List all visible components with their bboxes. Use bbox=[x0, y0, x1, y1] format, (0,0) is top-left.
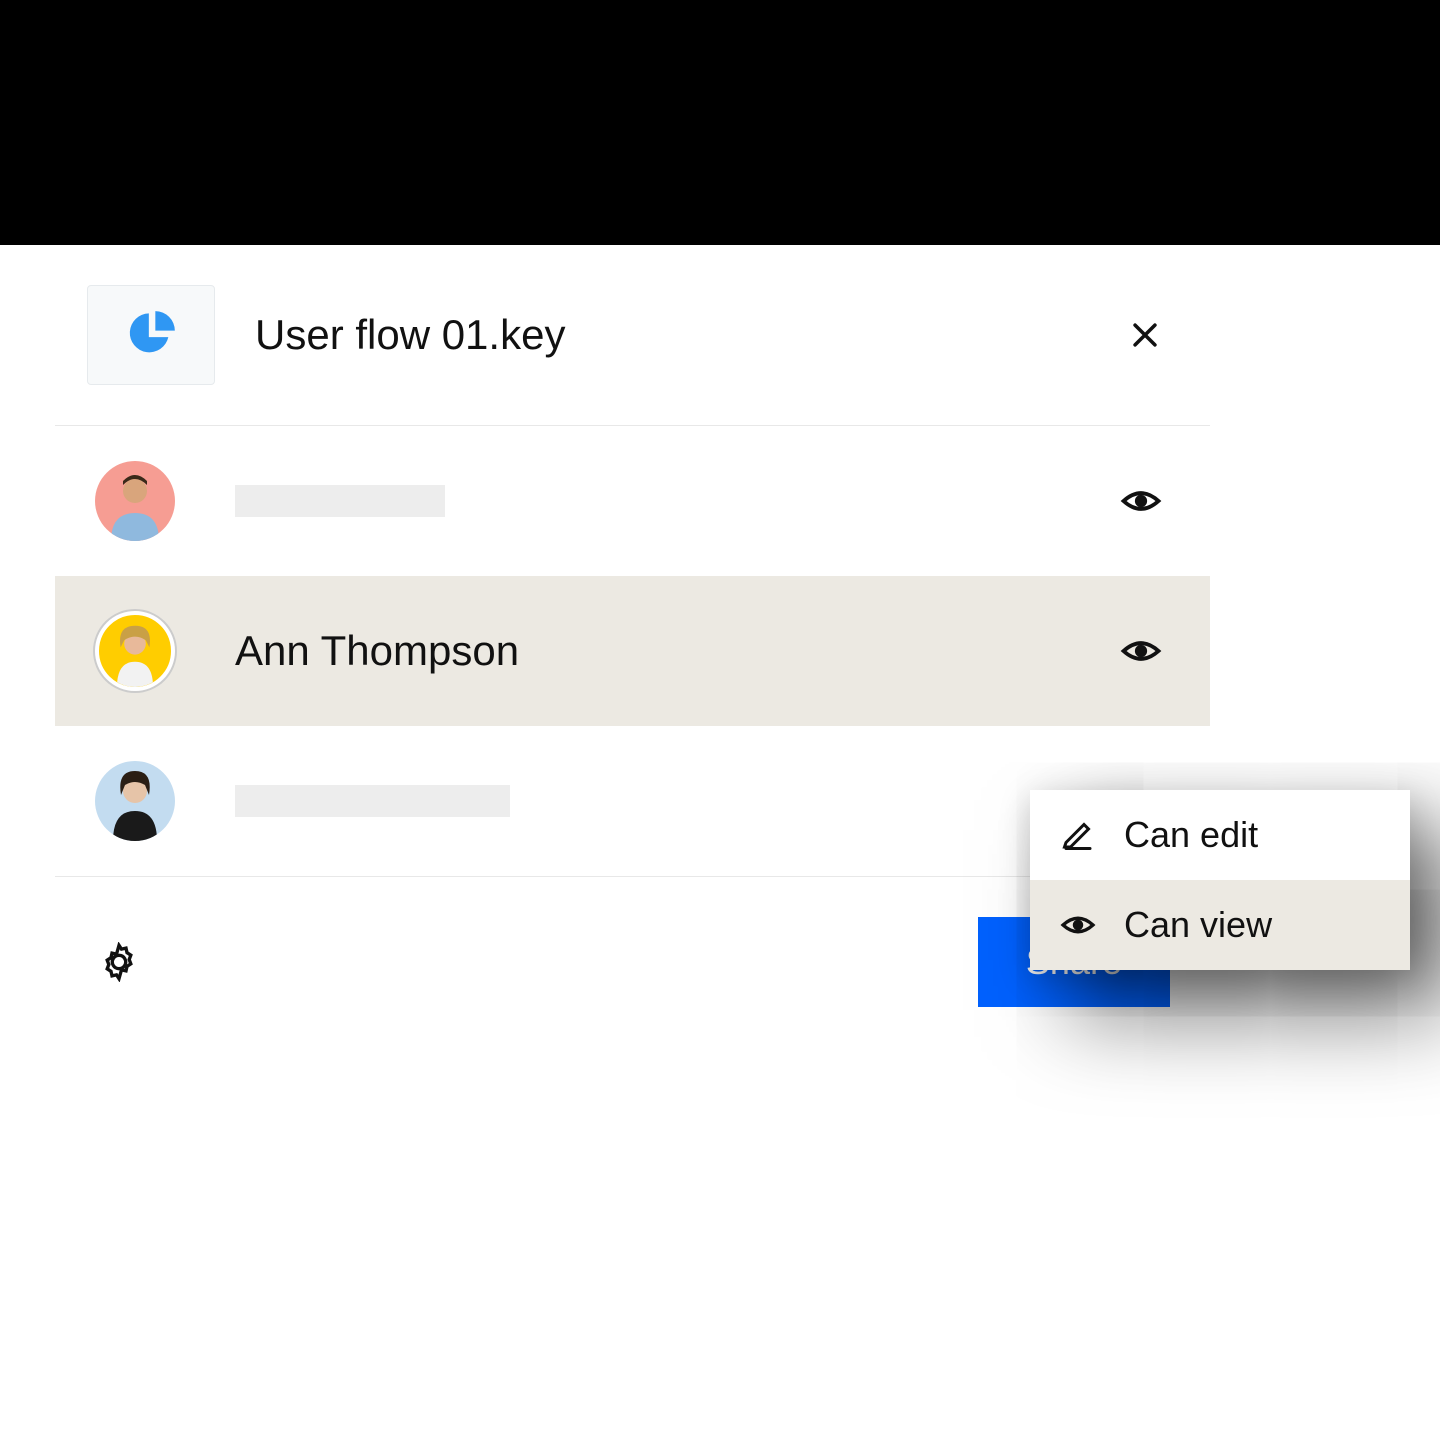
file-title: User flow 01.key bbox=[255, 311, 1120, 359]
close-icon bbox=[1128, 318, 1162, 352]
avatar bbox=[95, 761, 175, 841]
permission-toggle[interactable] bbox=[1112, 622, 1170, 680]
top-black-region bbox=[0, 0, 1440, 245]
file-thumbnail bbox=[87, 285, 215, 385]
permission-toggle[interactable] bbox=[1112, 472, 1170, 530]
dropdown-item-can-edit[interactable]: Can edit bbox=[1030, 790, 1410, 880]
permission-dropdown: Can edit Can view bbox=[1030, 790, 1410, 970]
avatar bbox=[95, 461, 175, 541]
person-row[interactable] bbox=[55, 426, 1210, 576]
gear-icon bbox=[99, 942, 139, 982]
pencil-icon bbox=[1060, 817, 1096, 853]
dropdown-item-can-view[interactable]: Can view bbox=[1030, 880, 1410, 970]
modal-header: User flow 01.key bbox=[55, 245, 1210, 426]
dropdown-label: Can view bbox=[1124, 904, 1272, 946]
close-button[interactable] bbox=[1120, 310, 1170, 360]
person-row[interactable]: Ann Thompson bbox=[55, 576, 1210, 726]
eye-icon bbox=[1060, 907, 1096, 943]
settings-button[interactable] bbox=[95, 938, 143, 986]
avatar bbox=[95, 611, 175, 691]
pie-chart-icon bbox=[125, 309, 177, 361]
eye-icon bbox=[1120, 630, 1162, 672]
eye-icon bbox=[1120, 480, 1162, 522]
person-name: Ann Thompson bbox=[235, 627, 1112, 675]
person-name-placeholder bbox=[235, 485, 445, 517]
person-name-placeholder bbox=[235, 785, 510, 817]
dropdown-label: Can edit bbox=[1124, 814, 1258, 856]
